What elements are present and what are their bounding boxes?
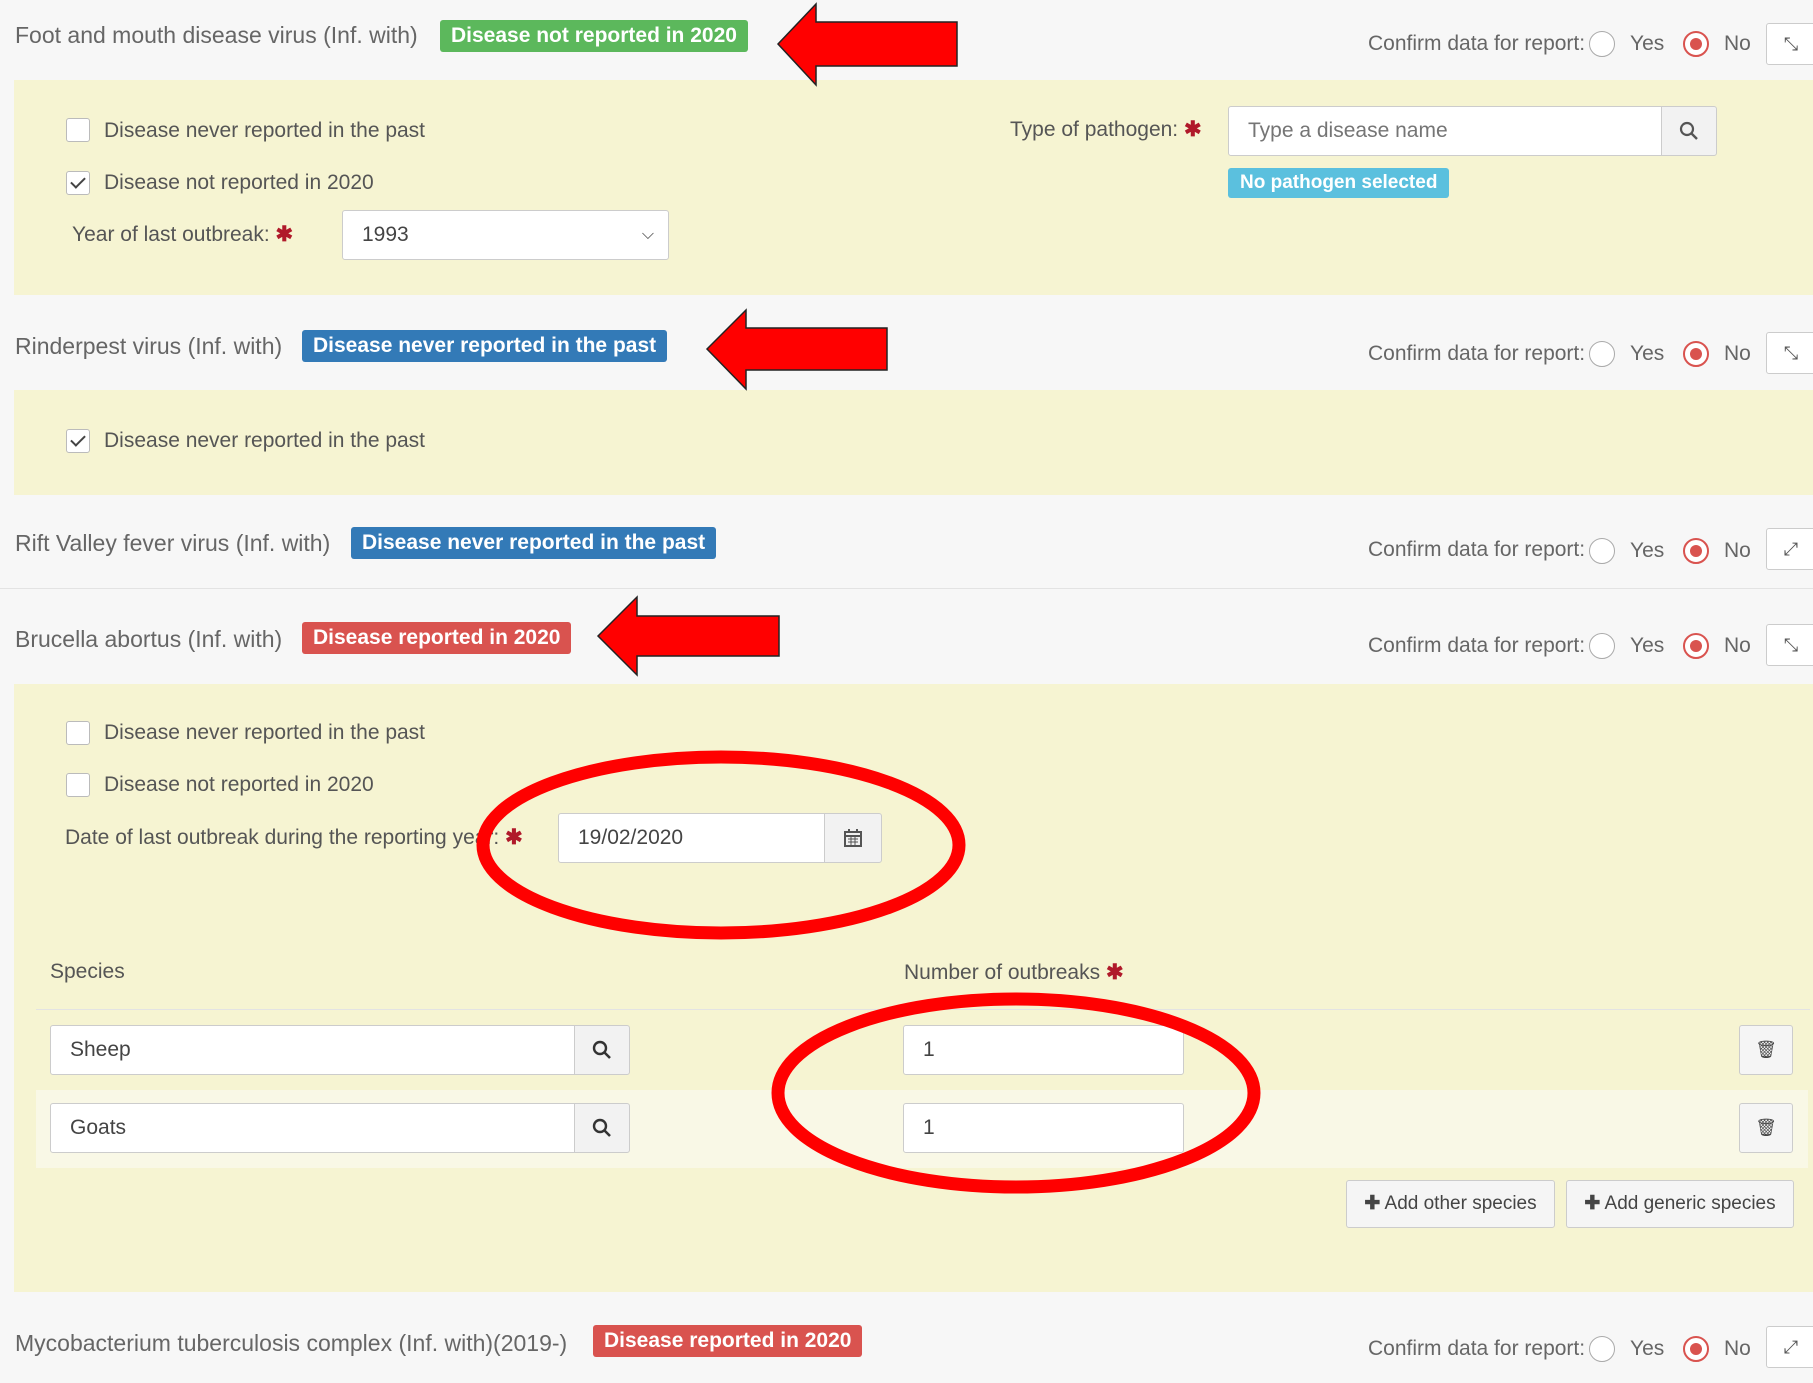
calendar-icon <box>844 828 862 847</box>
required-icon: ✱ <box>275 223 294 246</box>
never-reported-checkbox[interactable] <box>66 118 90 142</box>
confirm-label: Confirm data for report: <box>1368 32 1586 55</box>
search-icon <box>592 1118 611 1137</box>
disease-title: Foot and mouth disease virus (Inf. with) <box>15 22 418 48</box>
confirm-yes-radio[interactable] <box>1589 1336 1615 1362</box>
never-reported-checkbox[interactable] <box>66 429 90 453</box>
not-reported-label: Disease not reported in 2020 <box>104 171 374 194</box>
confirm-no-radio[interactable] <box>1683 633 1709 659</box>
disease-title: Rinderpest virus (Inf. with) <box>15 333 283 359</box>
status-badge: Disease reported in 2020 <box>593 1325 863 1357</box>
status-badge: Disease not reported in 2020 <box>440 20 748 52</box>
confirm-no-radio[interactable] <box>1683 341 1709 367</box>
confirm-yes-radio[interactable] <box>1589 341 1615 367</box>
search-icon <box>592 1040 611 1059</box>
date-of-last-outbreak-input[interactable] <box>558 813 825 863</box>
required-icon: ✱ <box>1105 961 1124 984</box>
disease-title: Brucella abortus (Inf. with) <box>15 626 283 652</box>
disease-title: Rift Valley fever virus (Inf. with) <box>15 530 331 556</box>
required-icon: ✱ <box>1183 118 1202 141</box>
outbreaks-input[interactable] <box>903 1025 1184 1075</box>
collapse-button[interactable]: ⤡ <box>1766 624 1813 666</box>
collapse-icon: ⤡ <box>1783 635 1799 655</box>
status-badge: Disease never reported in the past <box>302 330 668 362</box>
confirm-no-label: No <box>1724 634 1751 657</box>
date-of-last-outbreak-label: Date of last outbreak during the reporti… <box>65 826 523 849</box>
confirm-label: Confirm data for report: <box>1368 538 1586 561</box>
year-of-last-outbreak-select[interactable]: 1993 ⌵ <box>342 210 669 260</box>
confirm-yes-radio[interactable] <box>1589 633 1615 659</box>
trash-icon: 🗑 <box>1755 1040 1777 1059</box>
never-reported-label: Disease never reported in the past <box>104 721 426 744</box>
confirm-yes-label: Yes <box>1630 539 1665 562</box>
outbreaks-input[interactable] <box>903 1103 1184 1153</box>
disease-title: Mycobacterium tuberculosis complex (Inf.… <box>15 1330 568 1356</box>
never-reported-checkbox[interactable] <box>66 721 90 745</box>
confirm-no-radio[interactable] <box>1683 1336 1709 1362</box>
expand-icon: ⤢ <box>1783 539 1799 559</box>
confirm-yes-radio[interactable] <box>1589 538 1615 564</box>
plus-icon: ✚ <box>1364 1193 1381 1214</box>
type-of-pathogen-label: Type of pathogen: ✱ <box>1010 118 1202 141</box>
collapse-icon: ⤡ <box>1783 34 1799 54</box>
expand-button[interactable]: ⤢ <box>1766 528 1813 570</box>
required-icon: ✱ <box>505 826 523 849</box>
year-of-last-outbreak-label: Year of last outbreak: ✱ <box>72 223 294 246</box>
collapse-button[interactable]: ⤡ <box>1766 332 1813 374</box>
plus-icon: ✚ <box>1584 1193 1601 1214</box>
confirm-yes-radio[interactable] <box>1589 31 1615 57</box>
confirm-no-label: No <box>1724 539 1751 562</box>
collapse-icon: ⤡ <box>1783 343 1799 363</box>
add-generic-species-button[interactable]: ✚ Add generic species <box>1566 1180 1794 1228</box>
row-divider <box>0 588 1813 589</box>
not-reported-checkbox[interactable] <box>66 773 90 797</box>
confirm-yes-label: Yes <box>1630 32 1665 55</box>
status-badge: Disease reported in 2020 <box>302 622 572 654</box>
table-header-divider <box>36 1009 1810 1010</box>
confirm-yes-label: Yes <box>1630 1337 1665 1360</box>
chevron-down-icon: ⌵ <box>641 226 654 243</box>
trash-icon: 🗑 <box>1755 1118 1777 1137</box>
add-other-species-button[interactable]: ✚ Add other species <box>1346 1180 1555 1228</box>
search-icon <box>1679 121 1698 140</box>
delete-row-button[interactable]: 🗑 <box>1739 1025 1793 1075</box>
delete-row-button[interactable]: 🗑 <box>1739 1103 1793 1153</box>
pathogen-search-input[interactable] <box>1228 106 1662 156</box>
confirm-label: Confirm data for report: <box>1368 1337 1586 1360</box>
confirm-no-label: No <box>1724 342 1751 365</box>
date-picker-button[interactable] <box>824 813 882 863</box>
confirm-label: Confirm data for report: <box>1368 342 1586 365</box>
pathogen-status-badge: No pathogen selected <box>1228 168 1450 198</box>
expand-icon: ⤢ <box>1783 1337 1799 1357</box>
pathogen-search-button[interactable] <box>1661 106 1717 156</box>
not-reported-label: Disease not reported in 2020 <box>104 773 374 796</box>
never-reported-label: Disease never reported in the past <box>104 429 426 452</box>
confirm-no-label: No <box>1724 1337 1751 1360</box>
confirm-no-radio[interactable] <box>1683 538 1709 564</box>
annotation-arrow <box>596 595 780 677</box>
confirm-yes-label: Yes <box>1630 342 1665 365</box>
not-reported-checkbox[interactable] <box>66 171 90 195</box>
annotation-arrow <box>705 308 888 391</box>
collapse-button[interactable]: ⤡ <box>1766 23 1813 65</box>
species-search-button[interactable] <box>574 1103 630 1153</box>
status-badge: Disease never reported in the past <box>351 527 717 559</box>
confirm-yes-label: Yes <box>1630 634 1665 657</box>
confirm-no-label: No <box>1724 32 1751 55</box>
expand-button[interactable]: ⤢ <box>1766 1326 1813 1368</box>
outbreaks-column-header: Number of outbreaks ✱ <box>904 961 1124 984</box>
species-search-button[interactable] <box>574 1025 630 1075</box>
confirm-no-radio[interactable] <box>1683 31 1709 57</box>
species-column-header: Species <box>50 960 125 983</box>
species-input[interactable] <box>50 1025 575 1075</box>
confirm-label: Confirm data for report: <box>1368 634 1586 657</box>
species-input[interactable] <box>50 1103 575 1153</box>
never-reported-label: Disease never reported in the past <box>104 119 426 142</box>
